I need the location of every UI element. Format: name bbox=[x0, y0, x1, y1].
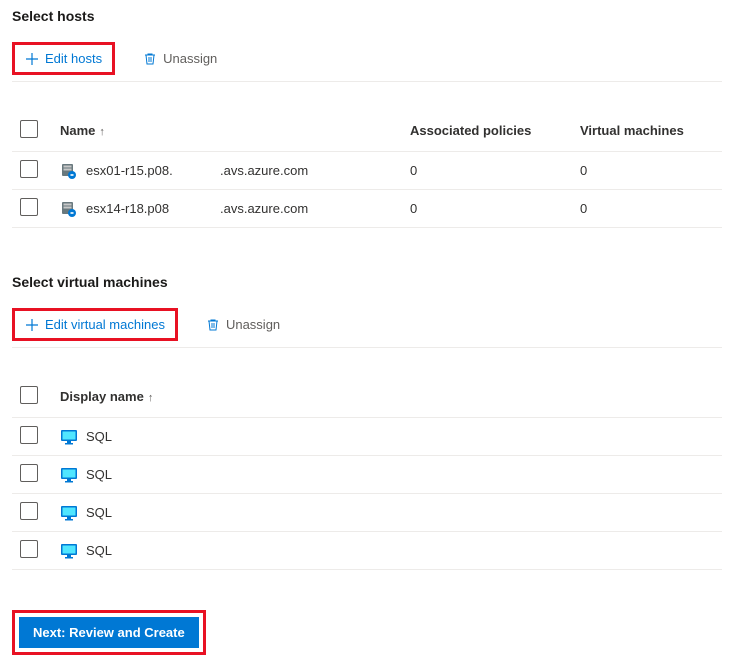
trash-icon bbox=[206, 318, 220, 332]
table-row: SQL bbox=[12, 456, 722, 494]
table-row: SQL bbox=[12, 532, 722, 570]
table-row: SQL bbox=[12, 494, 722, 532]
divider bbox=[12, 81, 722, 82]
host-name: esx01-r15.p08. bbox=[86, 163, 173, 178]
unassign-hosts-button[interactable]: Unassign bbox=[135, 45, 225, 72]
vm-icon bbox=[60, 504, 78, 522]
host-policies: 0 bbox=[402, 190, 572, 228]
hosts-table: Name↑ Associated policies Virtual machin… bbox=[12, 110, 722, 228]
host-domain: .avs.azure.com bbox=[212, 152, 402, 190]
unassign-hosts-label: Unassign bbox=[163, 51, 217, 66]
plus-icon bbox=[25, 318, 39, 332]
unassign-vms-button[interactable]: Unassign bbox=[198, 311, 288, 338]
host-name: esx14-r18.p08 bbox=[86, 201, 169, 216]
vm-name: SQL bbox=[86, 467, 112, 482]
edit-vms-button[interactable]: Edit virtual machines bbox=[15, 311, 175, 338]
section-select-hosts: Select hosts Edit hosts Unassign Name↑ bbox=[12, 8, 722, 228]
vms-col-name[interactable]: Display name↑ bbox=[52, 376, 722, 418]
host-vms: 0 bbox=[572, 190, 722, 228]
host-vms: 0 bbox=[572, 152, 722, 190]
row-checkbox[interactable] bbox=[20, 426, 38, 444]
vm-name: SQL bbox=[86, 505, 112, 520]
edit-vms-label: Edit virtual machines bbox=[45, 317, 165, 332]
plus-icon bbox=[25, 52, 39, 66]
sort-up-icon: ↑ bbox=[99, 126, 105, 138]
section-select-vms: Select virtual machines Edit virtual mac… bbox=[12, 274, 722, 570]
host-icon bbox=[60, 200, 78, 218]
table-row: SQL bbox=[12, 418, 722, 456]
highlight-next-button: Next: Review and Create bbox=[12, 610, 206, 655]
vm-icon bbox=[60, 466, 78, 484]
unassign-vms-label: Unassign bbox=[226, 317, 280, 332]
vm-icon bbox=[60, 428, 78, 446]
section-title-hosts: Select hosts bbox=[12, 8, 722, 24]
sort-up-icon: ↑ bbox=[148, 392, 154, 404]
section-title-vms: Select virtual machines bbox=[12, 274, 722, 290]
edit-hosts-label: Edit hosts bbox=[45, 51, 102, 66]
host-domain: .avs.azure.com bbox=[212, 190, 402, 228]
trash-icon bbox=[143, 52, 157, 66]
vms-toolbar: Edit virtual machines Unassign bbox=[12, 308, 722, 341]
row-checkbox[interactable] bbox=[20, 464, 38, 482]
highlight-edit-hosts: Edit hosts bbox=[12, 42, 115, 75]
row-checkbox[interactable] bbox=[20, 540, 38, 558]
highlight-edit-vms: Edit virtual machines bbox=[12, 308, 178, 341]
table-row: esx01-r15.p08..avs.azure.com00 bbox=[12, 152, 722, 190]
hosts-col-vms[interactable]: Virtual machines bbox=[572, 110, 722, 152]
host-policies: 0 bbox=[402, 152, 572, 190]
row-checkbox[interactable] bbox=[20, 502, 38, 520]
hosts-toolbar: Edit hosts Unassign bbox=[12, 42, 722, 75]
vms-table: Display name↑ SQL SQL SQL SQL bbox=[12, 376, 722, 570]
edit-hosts-button[interactable]: Edit hosts bbox=[15, 45, 112, 72]
table-row: esx14-r18.p08.avs.azure.com00 bbox=[12, 190, 722, 228]
footer: Next: Review and Create bbox=[12, 610, 722, 655]
vm-icon bbox=[60, 542, 78, 560]
hosts-col-policies[interactable]: Associated policies bbox=[402, 110, 572, 152]
hosts-col-name[interactable]: Name↑ bbox=[52, 110, 212, 152]
select-all-vms-checkbox[interactable] bbox=[20, 386, 38, 404]
vm-name: SQL bbox=[86, 543, 112, 558]
vm-name: SQL bbox=[86, 429, 112, 444]
host-icon bbox=[60, 162, 78, 180]
row-checkbox[interactable] bbox=[20, 160, 38, 178]
select-all-hosts-checkbox[interactable] bbox=[20, 120, 38, 138]
divider bbox=[12, 347, 722, 348]
row-checkbox[interactable] bbox=[20, 198, 38, 216]
next-review-create-button[interactable]: Next: Review and Create bbox=[19, 617, 199, 648]
